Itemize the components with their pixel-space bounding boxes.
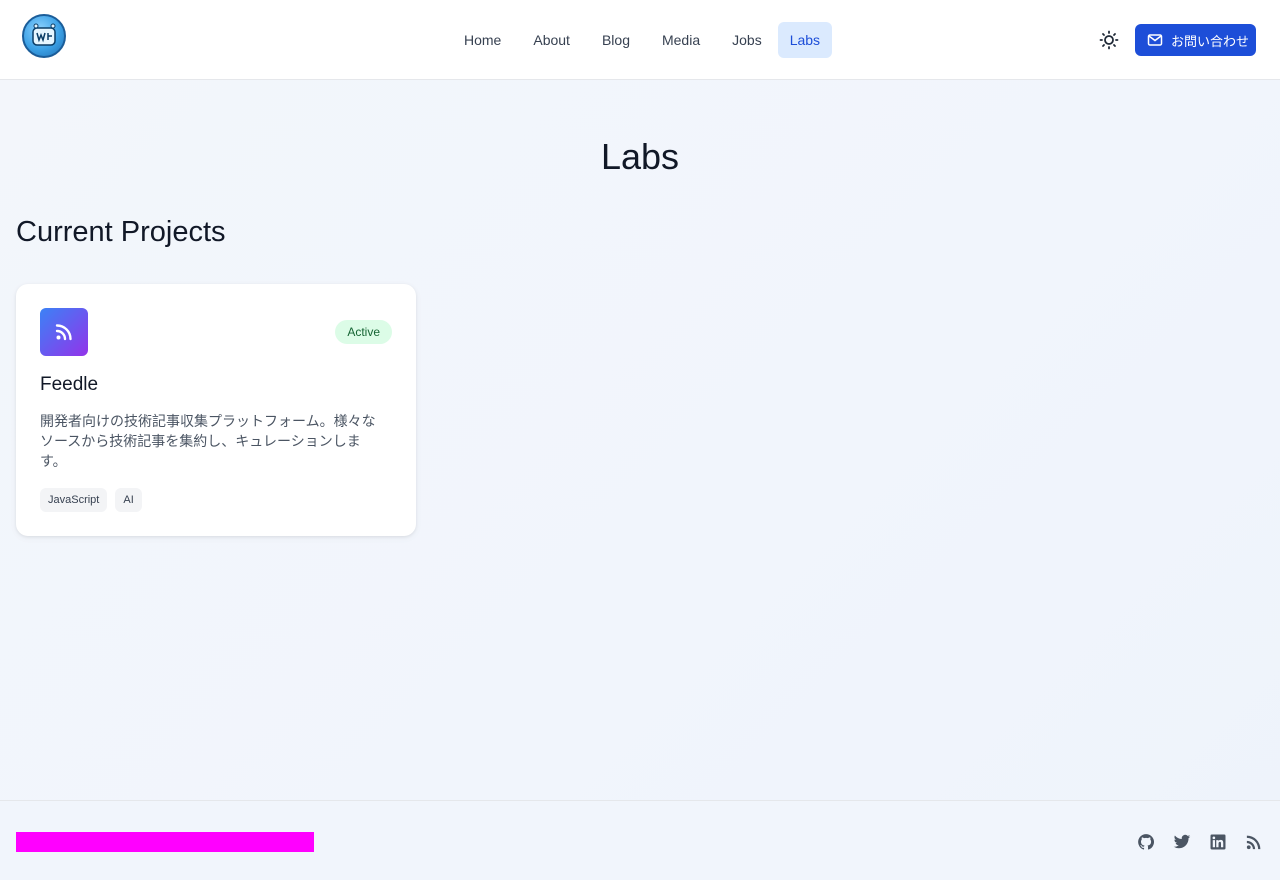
github-icon (1138, 834, 1155, 850)
contact-button[interactable]: お問い合わせ (1135, 24, 1256, 56)
project-title: Feedle (40, 374, 99, 395)
nav-blog[interactable]: Blog (586, 22, 646, 58)
nav-home[interactable]: Home (448, 22, 517, 58)
footer-placeholder-bar (16, 832, 314, 852)
project-description: 開発者向けの技術記事収集プラットフォーム。様々なソースから技術記事を集約し、キュ… (40, 414, 376, 470)
sun-icon (1099, 30, 1119, 50)
mail-icon (1147, 34, 1163, 46)
rss-icon (55, 324, 72, 341)
project-card-feedle[interactable]: Active Feedle 開発者向けの技術記事収集プラットフォーム。様々なソー… (16, 284, 416, 536)
main-nav: Home About Blog Media Jobs Labs (448, 22, 833, 58)
tag: AI (115, 488, 142, 512)
section-title: Current Projects (16, 216, 226, 248)
nav-about[interactable]: About (517, 22, 586, 58)
linkedin-link[interactable] (1209, 833, 1227, 851)
nav-jobs[interactable]: Jobs (716, 22, 778, 58)
contact-button-label: お問い合わせ (1171, 33, 1250, 49)
project-icon (40, 308, 88, 356)
project-tags: JavaScript AI (40, 488, 142, 512)
page-title: Labs (600, 136, 680, 177)
theme-toggle-button[interactable] (1098, 29, 1120, 51)
rss-icon (1246, 835, 1261, 850)
nav-labs[interactable]: Labs (777, 22, 833, 58)
site-footer (0, 800, 1280, 880)
rss-link[interactable] (1245, 833, 1263, 851)
nav-media[interactable]: Media (646, 22, 716, 58)
tag: JavaScript (40, 488, 108, 512)
logo-icon (32, 23, 56, 46)
site-header: Home About Blog Media Jobs Labs お問い合わせ (0, 0, 1280, 80)
status-badge: Active (335, 320, 392, 344)
site-logo[interactable] (22, 14, 66, 58)
linkedin-icon (1210, 834, 1226, 850)
twitter-link[interactable] (1173, 833, 1191, 851)
github-link[interactable] (1137, 833, 1155, 851)
twitter-icon (1173, 834, 1191, 849)
